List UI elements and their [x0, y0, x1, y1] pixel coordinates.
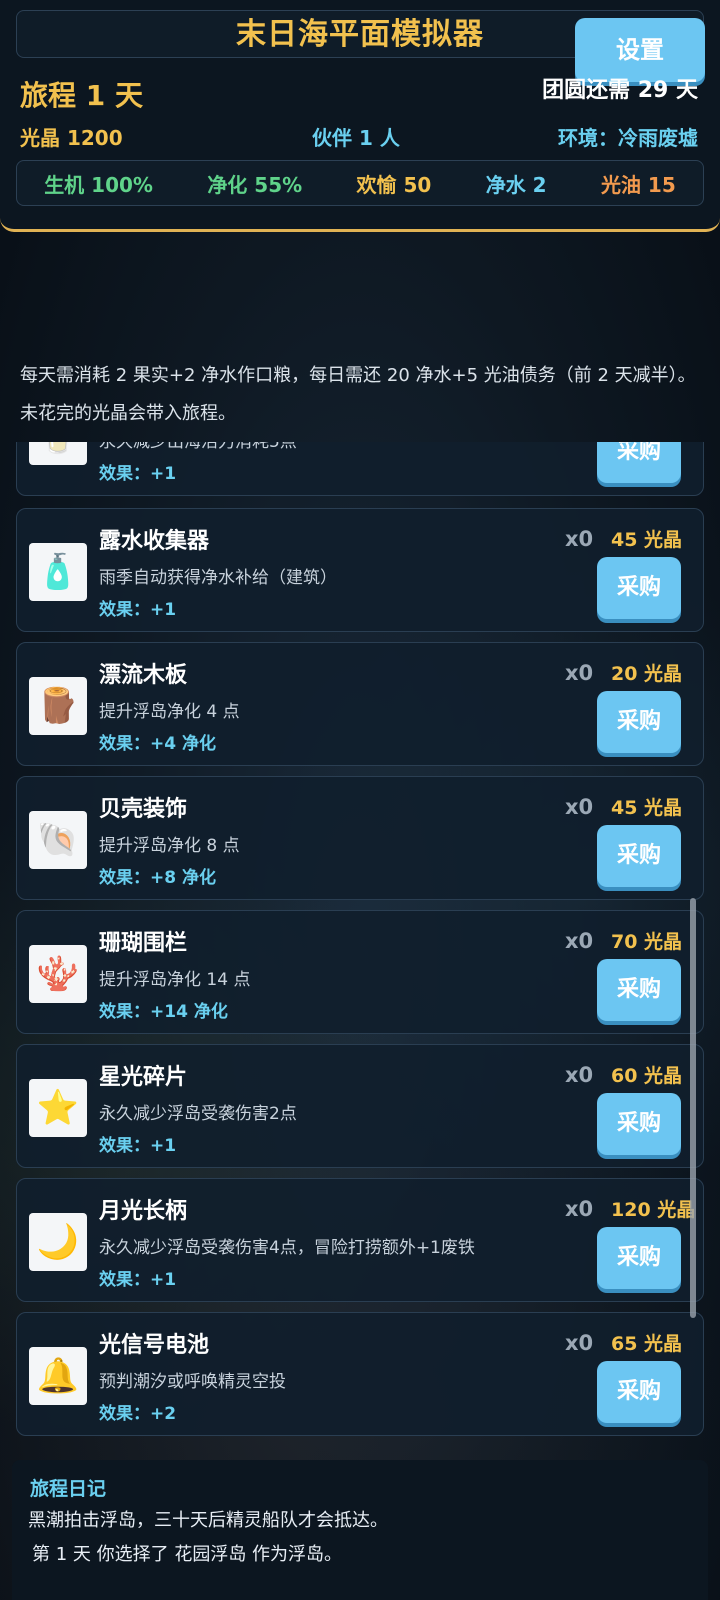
item-desc: 提升浮岛净化 8 点 [99, 836, 240, 856]
item-effect: 效果：+4 净化 [99, 734, 216, 754]
journey-day: 旅程 1 天 [20, 79, 143, 112]
item-desc: 永久减少出海活力消耗5点 [99, 442, 297, 452]
rules-note: 每天需消耗 2 果实+2 净水作口粮，每日需还 20 净水+5 光油债务（前 2… [20, 365, 696, 424]
item-name: 珊瑚围栏 [99, 931, 188, 956]
item-desc: 雨季自动获得净水补给（建筑） [99, 568, 337, 588]
item-effect: 效果：+8 净化 [99, 868, 216, 888]
buy-button[interactable]: 采购 [597, 1093, 681, 1155]
item-name: 露水收集器 [99, 529, 210, 554]
environment-label: 环境：冷雨废墟 [558, 126, 698, 150]
list-item: 🐚 贝壳装饰 提升浮岛净化 8 点 效果：+8 净化 x0 45 光晶 采购 [16, 776, 704, 900]
journey-diary: 旅程日记 黑潮拍击浮岛，三十天后精灵船队才会抵达。 第 1 天 你选择了 花园浮… [12, 1460, 708, 1600]
shop-list[interactable]: 🥛 永久减少出海活力消耗5点 效果：+1 采购 🧴 露水收集器 雨季自动获得净水… [0, 442, 720, 1456]
item-effect: 效果：+1 [99, 1136, 177, 1156]
list-item: ⭐ 星光碎片 永久减少浮岛受袭伤害2点 效果：+1 x0 60 光晶 采购 [16, 1044, 704, 1168]
star-icon: ⭐ [29, 1079, 87, 1137]
buy-button[interactable]: 采购 [597, 691, 681, 753]
buy-button[interactable]: 采购 [597, 442, 681, 483]
resource-bar: 生机 100% 净化 55% 欢愉 50 净水 2 光油 15 [16, 160, 704, 206]
list-item: 🪸 珊瑚围栏 提升浮岛净化 14 点 效果：+14 净化 x0 70 光晶 采购 [16, 910, 704, 1034]
list-item: 🪵 漂流木板 提升浮岛净化 4 点 效果：+4 净化 x0 20 光晶 采购 [16, 642, 704, 766]
item-desc: 永久减少浮岛受袭伤害2点 [99, 1104, 297, 1124]
item-name: 贝壳装饰 [99, 797, 188, 822]
item-effect: 效果：+1 [99, 1270, 177, 1290]
list-item: 🥛 永久减少出海活力消耗5点 效果：+1 采购 [16, 442, 704, 496]
item-effect: 效果：+2 [99, 1404, 177, 1424]
item-name: 月光长柄 [99, 1199, 188, 1224]
bell-icon: 🔔 [29, 1347, 87, 1405]
buy-button[interactable]: 采购 [597, 1227, 681, 1289]
partner-count: 伙伴 1 人 [312, 126, 400, 150]
list-item: 🔔 光信号电池 预判潮汐或呼唤精灵空投 效果：+2 x0 65 光晶 采购 [16, 1312, 704, 1436]
item-qty: x0 [565, 661, 594, 685]
item-effect: 效果：+1 [99, 600, 177, 620]
item-qty: x0 [565, 527, 594, 551]
diary-title: 旅程日记 [30, 1478, 107, 1500]
item-qty: x0 [565, 1331, 594, 1355]
reunion-countdown: 团圆还需 29 天 [542, 78, 698, 103]
shell-icon: 🐚 [29, 811, 87, 869]
resource-oil: 光油 15 [600, 172, 676, 197]
diary-entry: 黑潮拍击浮岛，三十天后精灵船队才会抵达。 [28, 1510, 388, 1531]
wood-plank-icon: 🪵 [29, 677, 87, 735]
item-effect: 效果：+14 净化 [99, 1002, 228, 1022]
coral-icon: 🪸 [29, 945, 87, 1003]
item-desc: 提升浮岛净化 14 点 [99, 970, 251, 990]
item-qty: x0 [565, 929, 594, 953]
item-desc: 永久减少浮岛受袭伤害4点，冒险打捞额外+1废铁 [99, 1238, 475, 1258]
resource-joy: 欢愉 50 [356, 172, 432, 197]
top-panel: 末日海平面模拟器 设置 旅程 1 天 团圆还需 29 天 光晶 1200 伙伴 … [0, 0, 720, 232]
buy-button[interactable]: 采购 [597, 959, 681, 1021]
resource-vitality: 生机 100% [44, 172, 153, 197]
item-desc: 预判潮汐或呼唤精灵空投 [99, 1372, 286, 1392]
crystal-count: 光晶 1200 [20, 126, 123, 150]
item-name: 漂流木板 [99, 663, 188, 688]
buy-button[interactable]: 采购 [597, 1361, 681, 1423]
diary-entry: 第 1 天 你选择了 花园浮岛 作为浮岛。 [32, 1544, 343, 1565]
moon-icon: 🌙 [29, 1213, 87, 1271]
item-qty: x0 [565, 1063, 594, 1087]
list-item: 🧴 露水收集器 雨季自动获得净水补给（建筑） 效果：+1 x0 45 光晶 采购 [16, 508, 704, 632]
item-name: 光信号电池 [99, 1333, 210, 1358]
resource-purify: 净化 55% [207, 172, 303, 197]
resource-water: 净水 2 [485, 172, 547, 197]
buy-button[interactable]: 采购 [597, 557, 681, 619]
cup-icon: 🥛 [29, 442, 87, 465]
item-desc: 提升浮岛净化 4 点 [99, 702, 240, 722]
scrollbar-thumb[interactable] [690, 898, 696, 1318]
item-name: 星光碎片 [99, 1065, 188, 1090]
scrollbar[interactable] [690, 442, 696, 1456]
bottle-icon: 🧴 [29, 543, 87, 601]
buy-button[interactable]: 采购 [597, 825, 681, 887]
item-qty: x0 [565, 1197, 594, 1221]
list-item: 🌙 月光长柄 永久减少浮岛受袭伤害4点，冒险打捞额外+1废铁 效果：+1 x0 … [16, 1178, 704, 1302]
item-effect: 效果：+1 [99, 464, 177, 484]
item-qty: x0 [565, 795, 594, 819]
